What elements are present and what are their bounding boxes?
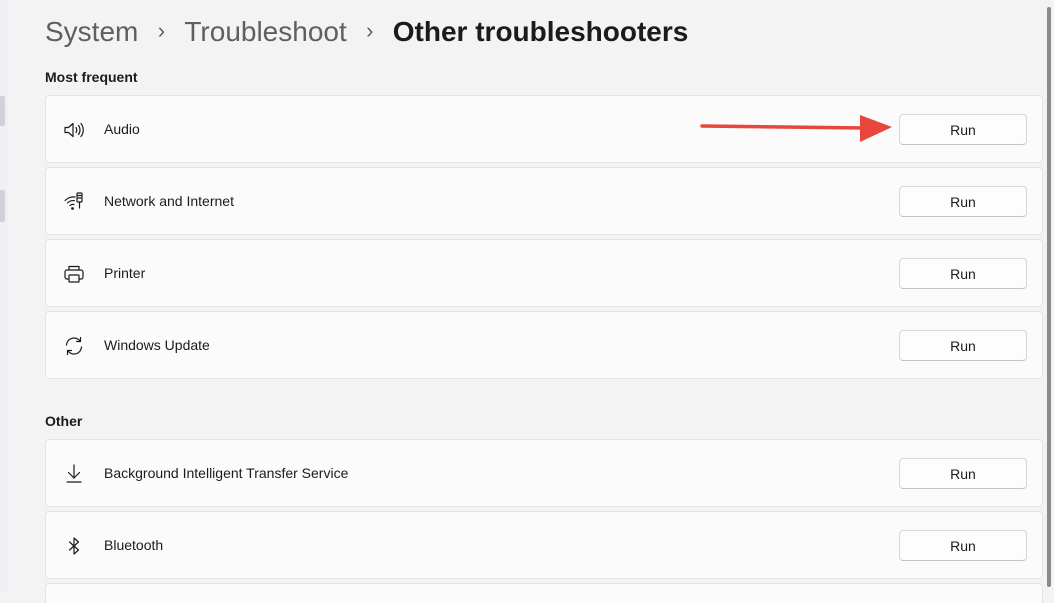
troubleshooter-row-bluetooth: Bluetooth Run — [45, 511, 1043, 579]
annotation-arrow-icon — [700, 115, 892, 142]
wifi-network-icon — [62, 190, 86, 214]
nav-indicator — [0, 190, 5, 222]
troubleshooter-row-network: Network and Internet Run — [45, 167, 1043, 235]
breadcrumb-troubleshoot[interactable]: Troubleshoot — [184, 16, 346, 48]
run-audio-button[interactable]: Run — [899, 114, 1027, 145]
download-arrow-icon — [62, 462, 86, 486]
nav-indicator — [0, 96, 5, 126]
troubleshooter-label: Network and Internet — [104, 193, 234, 209]
chevron-right-icon: › — [157, 18, 166, 43]
left-nav-edge — [0, 0, 8, 593]
bluetooth-icon — [62, 534, 86, 558]
breadcrumb: System › Troubleshoot › Other troublesho… — [45, 12, 688, 52]
run-printer-button[interactable]: Run — [899, 258, 1027, 289]
troubleshooter-row-windows-update: Windows Update Run — [45, 311, 1043, 379]
section-title-most-frequent: Most frequent — [45, 69, 138, 85]
breadcrumb-system[interactable]: System — [45, 16, 138, 48]
troubleshooter-label: Printer — [104, 265, 146, 281]
run-network-button[interactable]: Run — [899, 186, 1027, 217]
troubleshooter-label: Audio — [104, 121, 140, 137]
printer-icon — [62, 262, 86, 286]
run-bits-button[interactable]: Run — [899, 458, 1027, 489]
troubleshooter-row-partial — [45, 583, 1043, 603]
chevron-right-icon: › — [366, 18, 374, 43]
troubleshooter-row-printer: Printer Run — [45, 239, 1043, 307]
run-windows-update-button[interactable]: Run — [899, 330, 1027, 361]
section-title-other: Other — [45, 413, 83, 429]
speaker-icon — [62, 118, 86, 142]
troubleshooter-row-bits: Background Intelligent Transfer Service … — [45, 439, 1043, 507]
troubleshooter-label: Bluetooth — [104, 537, 164, 553]
page-title: Other troubleshooters — [392, 16, 689, 47]
scrollbar[interactable] — [1047, 7, 1051, 587]
run-bluetooth-button[interactable]: Run — [899, 530, 1027, 561]
troubleshooter-label: Windows Update — [104, 337, 210, 353]
sync-icon — [62, 334, 86, 358]
troubleshooter-label: Background Intelligent Transfer Service — [104, 465, 349, 481]
